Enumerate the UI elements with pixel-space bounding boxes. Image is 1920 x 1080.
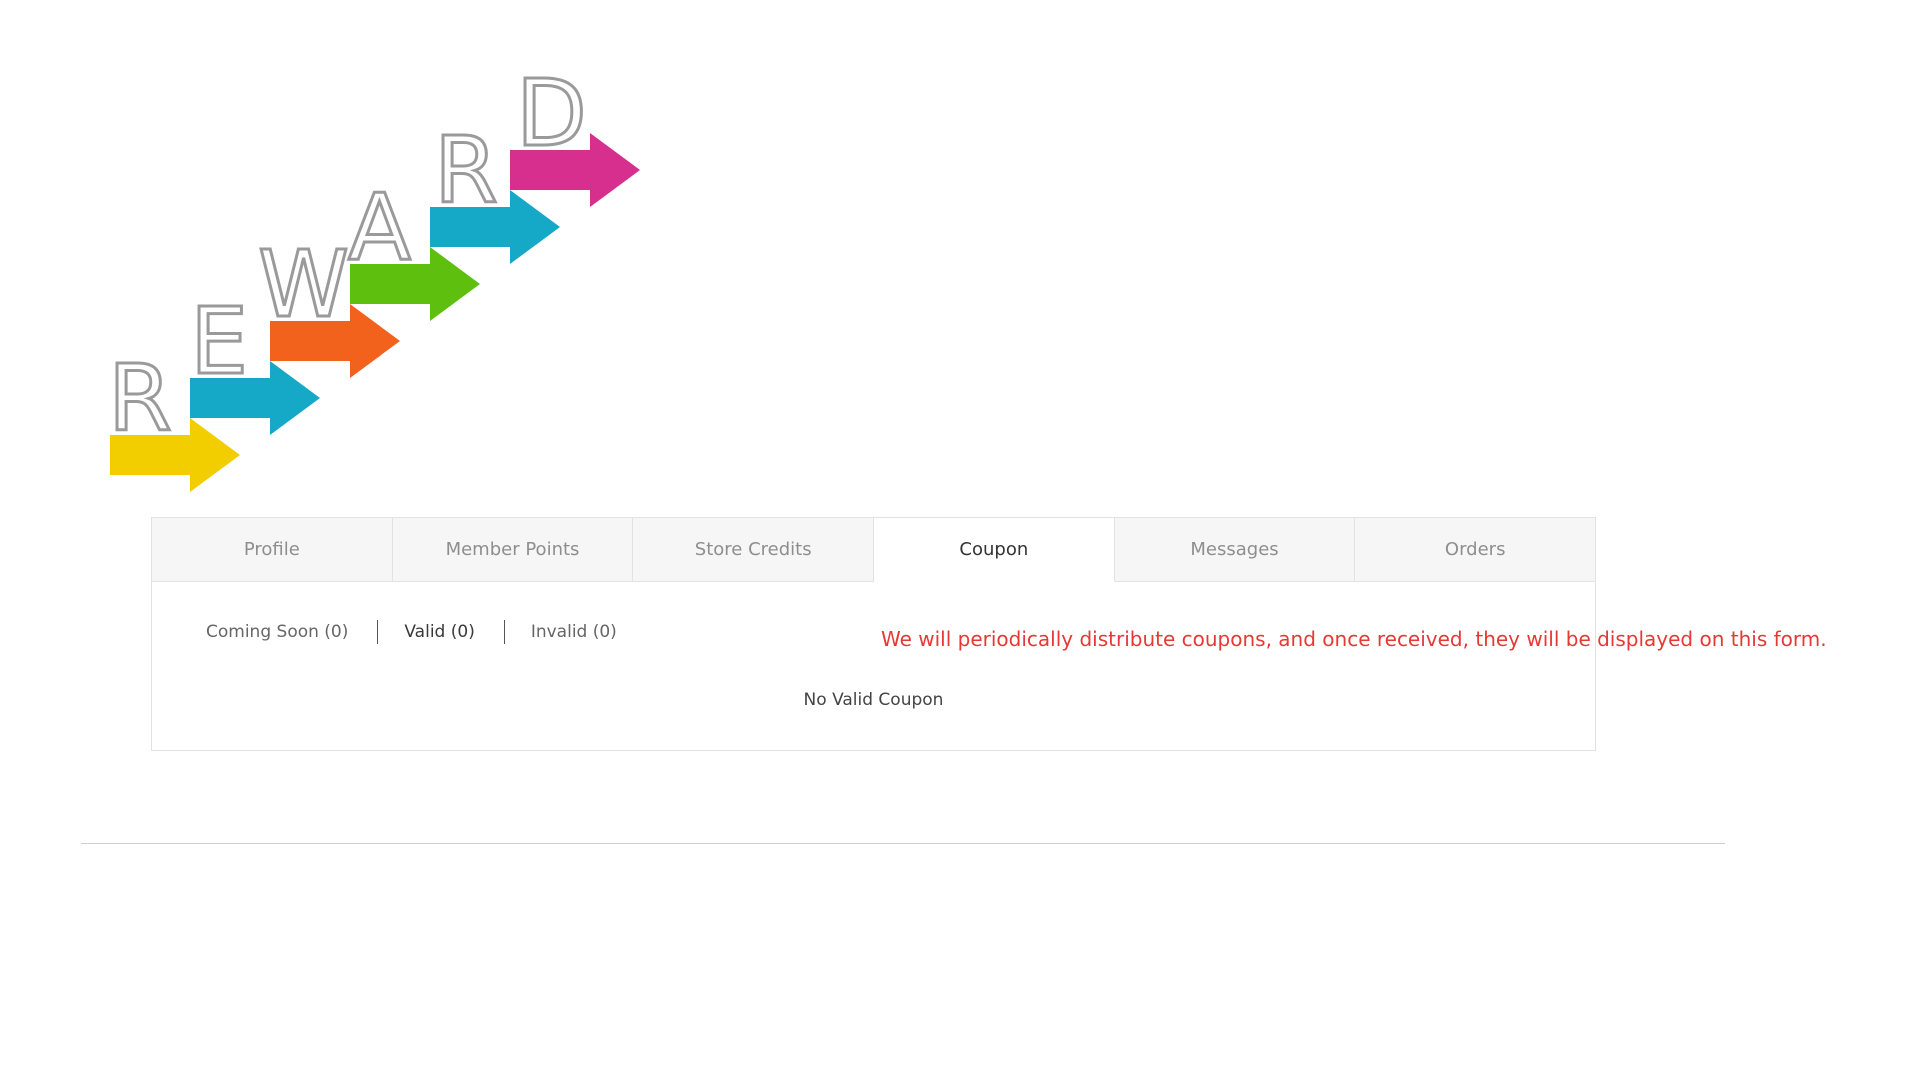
empty-coupon-message: No Valid Coupon xyxy=(803,690,944,710)
tab-member-points[interactable]: Member Points xyxy=(392,518,634,582)
reward-banner-image: R E W A R D xyxy=(100,70,660,510)
letter-a: A xyxy=(348,174,411,281)
subtab-divider xyxy=(377,620,379,644)
letter-w: W xyxy=(258,231,349,338)
tab-store-credits[interactable]: Store Credits xyxy=(633,518,875,582)
letter-r: R xyxy=(108,345,172,452)
coupon-filter-tabs: Coming Soon (0) Valid (0) Invalid (0) xyxy=(206,620,617,644)
letter-e: E xyxy=(190,288,248,395)
tab-profile[interactable]: Profile xyxy=(152,518,393,582)
footer-divider xyxy=(81,843,1725,844)
subtab-valid[interactable]: Valid (0) xyxy=(404,622,474,642)
letter-d: D xyxy=(516,70,587,167)
subtab-invalid[interactable]: Invalid (0) xyxy=(531,622,617,642)
letter-r2: R xyxy=(434,117,498,224)
tab-messages[interactable]: Messages xyxy=(1114,518,1356,582)
account-tabs: Profile Member Points Store Credits Coup… xyxy=(152,518,1596,582)
subtab-coming-soon[interactable]: Coming Soon (0) xyxy=(206,622,348,642)
tab-orders[interactable]: Orders xyxy=(1355,518,1596,582)
coupon-notice: We will periodically distribute coupons,… xyxy=(881,627,1827,651)
tab-coupon[interactable]: Coupon xyxy=(874,518,1115,582)
subtab-divider xyxy=(503,620,505,644)
